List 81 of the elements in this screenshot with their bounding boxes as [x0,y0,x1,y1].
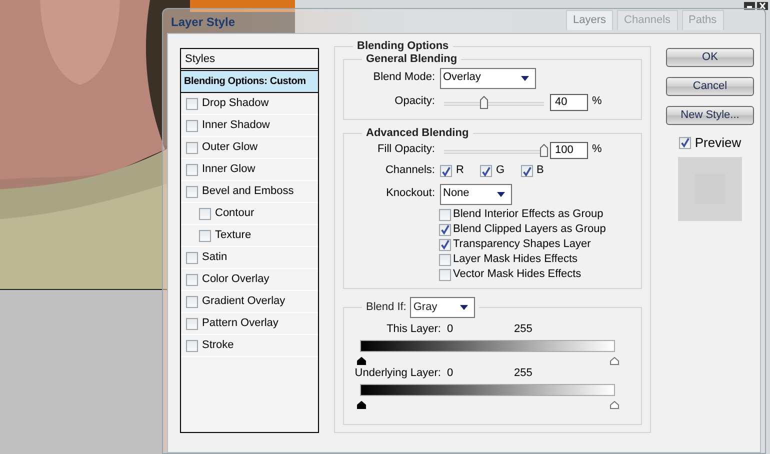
dialog-button[interactable]: OK [666,48,754,67]
item-label[interactable]: Texture [215,228,252,242]
checkbox[interactable] [520,165,533,177]
checkbox[interactable] [439,254,451,266]
checkbox-label[interactable]: Preview [694,135,742,151]
item-label[interactable]: Gradient Overlay [202,294,286,308]
checkbox[interactable] [480,165,492,177]
checkbox-label[interactable]: Vector Mask Hides Effects [453,268,582,282]
group-title: Advanced Blending [365,128,470,139]
item-label[interactable]: Outer Glow [202,140,258,154]
checkbox[interactable] [186,340,198,352]
checkbox-label[interactable]: G [496,164,505,178]
caret-icon [521,76,529,80]
checkbox-label[interactable]: B [536,164,544,178]
checkbox[interactable] [186,252,198,264]
dialog-title: Layer Style [170,14,236,31]
checkbox[interactable] [186,120,198,132]
range-value: 255 [514,366,532,380]
dialog-button[interactable]: Cancel [666,77,754,96]
list-item[interactable]: Blending Options: Custom [181,71,318,93]
checkbox[interactable] [186,98,198,110]
checkbox[interactable] [439,268,451,280]
field-label: Blend If: [366,302,406,313]
minimize-icon[interactable] [744,0,755,8]
item-label[interactable]: Inner Shadow [202,118,270,132]
checkbox-label[interactable]: R [456,164,464,178]
unit-label: % [592,143,602,157]
dropdown[interactable]: Gray [410,297,476,318]
checkbox[interactable] [186,142,198,154]
field-label: Knockout: [385,187,436,201]
item-label[interactable]: Contour [215,206,254,220]
checkbox-label[interactable]: Transparency Shapes Layer [453,238,591,252]
slider-thumb[interactable] [610,399,619,407]
caret-icon [497,192,505,196]
checkbox-label[interactable]: Layer Mask Hides Effects [453,252,578,266]
item-label[interactable]: Satin [202,250,228,264]
caret-icon [460,305,468,310]
checkbox[interactable] [439,208,451,220]
checkbox-label[interactable]: Blend Interior Effects as Group [453,208,604,222]
slider-thumb[interactable] [357,399,366,407]
number-field[interactable]: 40 [550,94,588,110]
slider-thumb[interactable] [357,355,366,363]
checkbox[interactable] [186,186,198,198]
dialog-button[interactable]: New Style... [666,106,754,125]
unit-label: % [592,95,602,109]
group-title: Blending Options [356,41,450,52]
checkbox[interactable] [440,165,452,177]
field-label: This Layer: [386,322,442,336]
item-label[interactable]: Color Overlay [202,272,270,286]
item-label[interactable]: Drop Shadow [202,96,269,110]
field-label: Underlying Layer: [354,366,442,380]
item-label[interactable]: Stroke [202,338,234,352]
checkbox-label[interactable]: Blend Clipped Layers as Group [453,222,606,236]
checkbox[interactable] [678,136,691,149]
checkbox[interactable] [199,208,211,220]
field-label: Channels: [384,164,436,178]
checkbox[interactable] [186,318,198,330]
dropdown[interactable]: Overlay [440,68,536,88]
slider-thumb[interactable] [540,144,548,156]
field-label: Blend Mode: [372,71,436,85]
checkbox[interactable] [186,164,198,176]
checkbox[interactable] [186,296,198,308]
slider-thumb[interactable] [480,96,488,108]
number-field[interactable]: 100 [550,142,588,158]
checkbox[interactable] [186,274,198,286]
close-icon[interactable] [757,0,768,8]
range-value: 0 [447,322,454,336]
checkbox[interactable] [199,230,211,242]
preview-swatch [678,156,742,221]
dropdown[interactable]: None [440,184,512,204]
item-label[interactable]: Inner Glow [202,162,256,176]
checkbox[interactable] [439,238,451,250]
range-value: 255 [514,322,532,336]
checkbox[interactable] [439,224,451,236]
field-label: Fill Opacity: [376,143,436,157]
range-value: 0 [447,366,454,380]
item-label[interactable]: Bevel and Emboss [202,184,294,198]
group-title: General Blending [365,54,458,65]
slider-thumb[interactable] [610,355,619,363]
field-label: Opacity: [394,95,436,109]
item-label[interactable]: Pattern Overlay [202,316,278,330]
